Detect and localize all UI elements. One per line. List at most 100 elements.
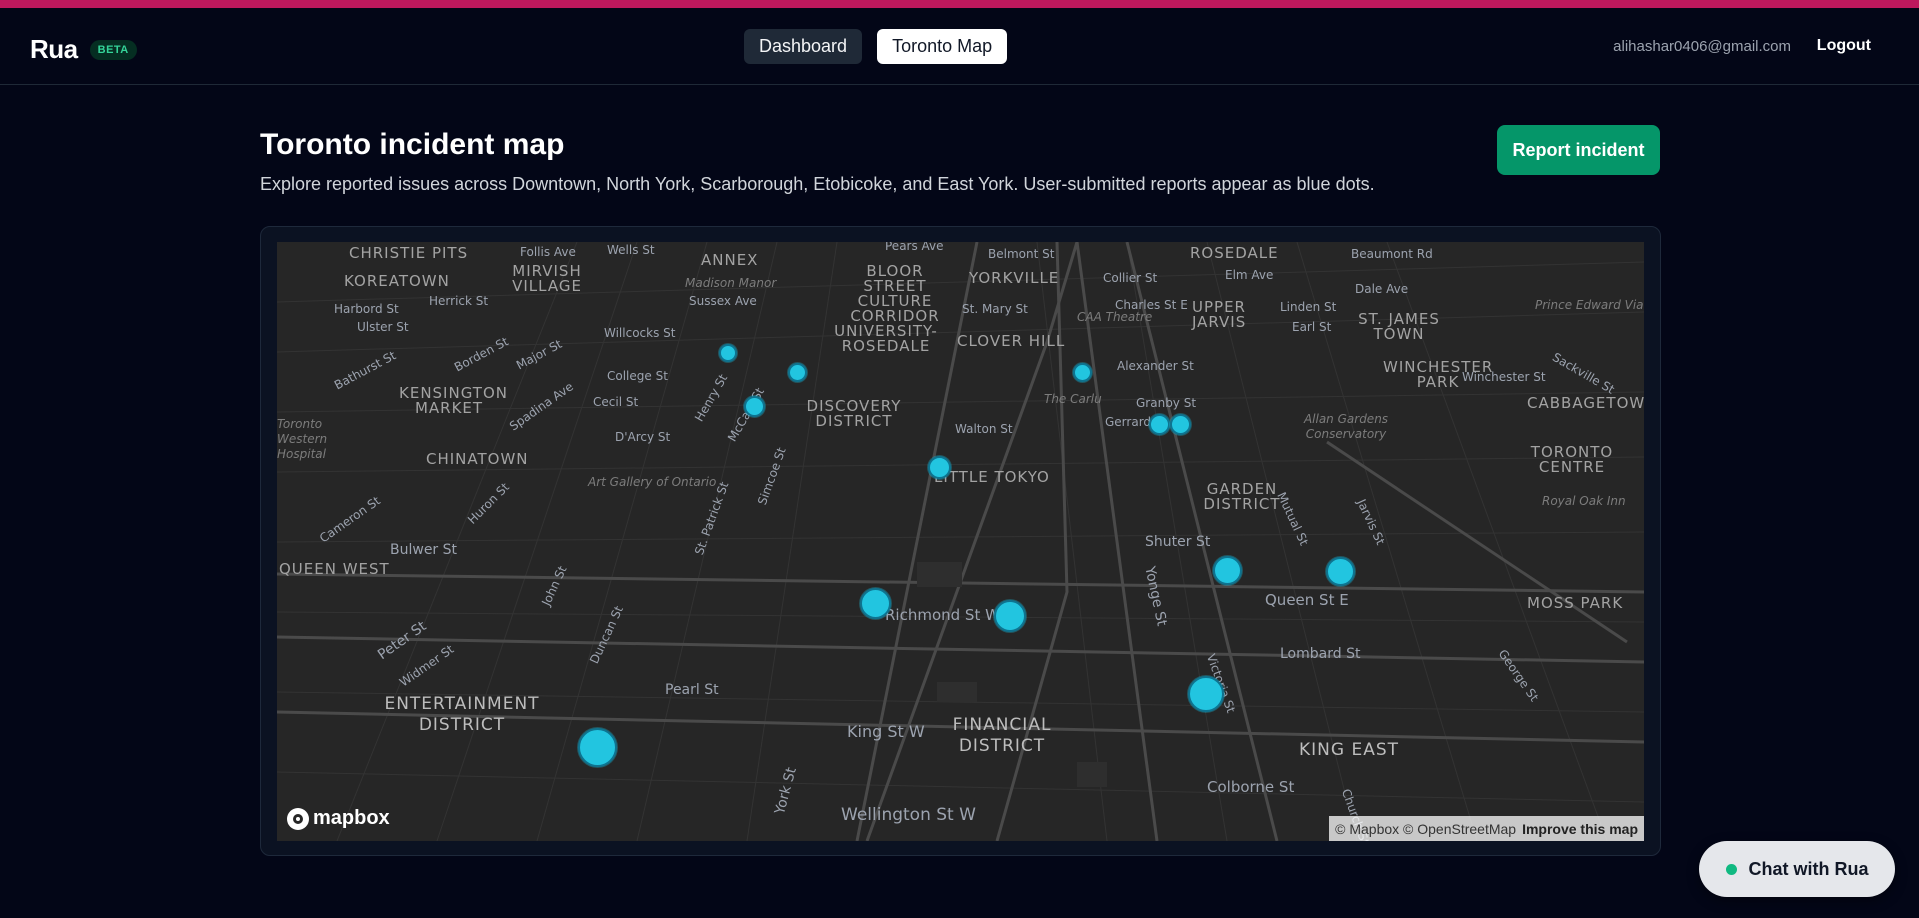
map-label: Bulwer St bbox=[390, 542, 458, 558]
map-attribution: © Mapbox © OpenStreetMap Improve this ma… bbox=[1329, 816, 1644, 841]
map-label: CABBAGETOWN bbox=[1527, 394, 1644, 412]
chat-label: Chat with Rua bbox=[1748, 858, 1869, 879]
map-label: CHRISTIE PITS bbox=[349, 244, 469, 262]
map-label: TORONTO CENTRE bbox=[1530, 443, 1614, 476]
map-label: Lombard St bbox=[1280, 646, 1361, 662]
beta-badge: BETA bbox=[89, 39, 137, 60]
map-label: Follis Ave bbox=[520, 245, 576, 259]
map-label: LITTLE TOKYO bbox=[934, 468, 1050, 486]
incident-marker[interactable] bbox=[578, 728, 617, 767]
map-label: ST. JAMES TOWN bbox=[1358, 310, 1440, 343]
map-label: Ulster St bbox=[357, 320, 409, 334]
attribution-text[interactable]: © Mapbox © OpenStreetMap bbox=[1335, 821, 1516, 837]
map-label: CHINATOWN bbox=[426, 450, 529, 468]
map-label: Richmond St W bbox=[885, 606, 1000, 624]
map-label: DISCOVERY DISTRICT bbox=[806, 397, 902, 430]
incident-marker[interactable] bbox=[994, 600, 1026, 632]
mapbox-logo-icon bbox=[287, 807, 309, 830]
incident-marker[interactable] bbox=[1149, 414, 1170, 435]
logout-button[interactable]: Logout bbox=[1817, 37, 1871, 55]
incident-marker[interactable] bbox=[860, 588, 891, 619]
map-label: Linden St bbox=[1280, 300, 1337, 314]
map-label: Winchester St bbox=[1462, 370, 1546, 384]
tab-toronto-map[interactable]: Toronto Map bbox=[877, 29, 1008, 64]
map-label: Royal Oak Inn bbox=[1542, 494, 1626, 508]
map-label: FINANCIAL DISTRICT bbox=[952, 715, 1052, 756]
incident-marker[interactable] bbox=[1073, 363, 1092, 382]
map-label: Belmont St bbox=[988, 247, 1055, 261]
map-label: ANNEX bbox=[701, 251, 759, 269]
incident-marker[interactable] bbox=[1170, 414, 1191, 435]
map-label: Allan Gardens Conservatory bbox=[1303, 412, 1389, 441]
map-label: QUEEN WEST bbox=[279, 560, 390, 578]
map-label: Madison Manor bbox=[685, 276, 777, 290]
map-label: D'Arcy St bbox=[615, 430, 671, 444]
map-label: Pearl St bbox=[665, 682, 719, 698]
user-email: alihashar0406@gmail.com bbox=[1613, 38, 1791, 55]
map-label: Toronto Western Hospital bbox=[277, 417, 328, 461]
map-label: Wellington St W bbox=[841, 805, 976, 825]
incident-marker[interactable] bbox=[1213, 556, 1242, 585]
map-label: Herrick St bbox=[429, 294, 489, 308]
incident-marker[interactable] bbox=[744, 396, 765, 417]
map-label: Sussex Ave bbox=[689, 294, 757, 308]
map-label: GARDEN DISTRICT bbox=[1203, 480, 1281, 513]
map-label: Earl St bbox=[1292, 320, 1332, 334]
map-label: Alexander St bbox=[1117, 359, 1194, 373]
map-label: Beaumont Rd bbox=[1351, 247, 1433, 261]
map-label: Elm Ave bbox=[1225, 268, 1274, 282]
tab-dashboard[interactable]: Dashboard bbox=[744, 29, 863, 64]
report-incident-button[interactable]: Report incident bbox=[1497, 125, 1660, 175]
map-label: MOSS PARK bbox=[1527, 594, 1624, 612]
map-label: Harbord St bbox=[334, 302, 399, 316]
map-label: Cecil St bbox=[593, 395, 639, 409]
page-subtitle: Explore reported issues across Downtown,… bbox=[260, 174, 1375, 194]
mapbox-logo-text: mapbox bbox=[313, 807, 390, 829]
map-label: Pears Ave bbox=[885, 242, 944, 253]
incident-marker[interactable] bbox=[1188, 676, 1224, 712]
map-label: CAA Theatre bbox=[1077, 310, 1153, 324]
mapbox-logo[interactable]: mapbox bbox=[287, 807, 390, 830]
map-label: King St W bbox=[847, 722, 925, 741]
map-label: KING EAST bbox=[1299, 740, 1400, 760]
navbar: Rua BETA Dashboard Toronto Map alihashar… bbox=[0, 8, 1919, 85]
map-label: Shuter St bbox=[1145, 534, 1211, 550]
map-label: Gerrard bbox=[1105, 415, 1152, 429]
map-label: Dale Ave bbox=[1355, 282, 1409, 296]
map-label: KOREATOWN bbox=[344, 272, 450, 290]
map-label: ROSEDALE bbox=[1190, 244, 1279, 262]
map-label: ENTERTAINMENT DISTRICT bbox=[384, 694, 540, 735]
toronto-map[interactable]: CHRISTIE PITS KOREATOWN MIRVISH VILLAGE … bbox=[277, 242, 1644, 841]
map-label: Prince Edward Viaduct bbox=[1535, 298, 1644, 312]
map-label: Willcocks St bbox=[604, 326, 676, 340]
map-label: Granby St bbox=[1136, 396, 1197, 410]
map-label: Colborne St bbox=[1207, 778, 1295, 796]
map-label: CLOVER HILL bbox=[957, 332, 1066, 350]
map-label: Queen St E bbox=[1265, 591, 1349, 609]
chat-with-rua-button[interactable]: Chat with Rua bbox=[1699, 841, 1895, 897]
incident-marker[interactable] bbox=[719, 344, 737, 362]
map-label: St. Mary St bbox=[962, 302, 1028, 316]
online-status-dot bbox=[1725, 863, 1737, 875]
map-label: MIRVISH VILLAGE bbox=[512, 262, 582, 295]
incident-marker[interactable] bbox=[788, 363, 807, 382]
brand-name: Rua bbox=[30, 34, 78, 64]
map-label: BLOOR STREET CULTURE CORRIDOR bbox=[850, 262, 940, 325]
map-label: College St bbox=[607, 369, 668, 383]
incident-marker[interactable] bbox=[1326, 557, 1355, 586]
map-label: YORKVILLE bbox=[969, 269, 1060, 287]
map-label: UPPER JARVIS bbox=[1192, 298, 1247, 331]
map-label: KENSINGTON MARKET bbox=[399, 384, 508, 417]
map-label: Collier St bbox=[1103, 271, 1158, 285]
nav-tabs: Dashboard Toronto Map bbox=[744, 29, 1008, 64]
map-label: The Carlu bbox=[1044, 392, 1102, 406]
incident-marker[interactable] bbox=[928, 456, 951, 479]
map-label: Walton St bbox=[955, 422, 1013, 436]
page-title: Toronto incident map bbox=[260, 128, 565, 161]
map-label: Wells St bbox=[607, 243, 655, 257]
improve-map-link[interactable]: Improve this map bbox=[1522, 821, 1638, 837]
brand[interactable]: Rua BETA bbox=[30, 34, 137, 65]
map-label: Art Gallery of Ontario bbox=[588, 475, 717, 489]
top-accent-bar bbox=[0, 0, 1919, 8]
map-label: UNIVERSITY-ROSEDALE bbox=[834, 322, 938, 355]
